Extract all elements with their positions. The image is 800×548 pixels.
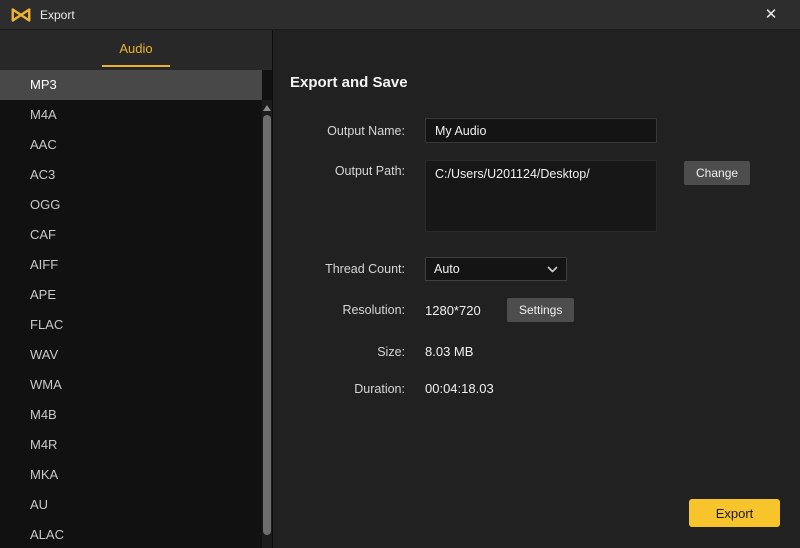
panel-heading: Export and Save bbox=[290, 74, 408, 91]
export-panel: Export and Save Output Name: Output Path… bbox=[274, 30, 800, 548]
duration-label: Duration: bbox=[354, 381, 405, 396]
format-item-wma[interactable]: WMA bbox=[0, 370, 262, 400]
format-item-ogg[interactable]: OGG bbox=[0, 190, 262, 220]
chevron-down-icon bbox=[547, 266, 558, 272]
format-item-mp3[interactable]: MP3 bbox=[0, 70, 262, 100]
duration-value: 00:04:18.03 bbox=[425, 381, 494, 396]
format-item-aac[interactable]: AAC bbox=[0, 130, 262, 160]
format-item-m4b[interactable]: M4B bbox=[0, 400, 262, 430]
scrollbar-thumb[interactable] bbox=[263, 115, 271, 535]
output-name-row: Output Name: bbox=[290, 118, 800, 143]
change-path-button[interactable]: Change bbox=[684, 161, 751, 185]
titlebar: Export ✕ bbox=[0, 0, 800, 30]
output-path-value[interactable]: C:/Users/U201124/Desktop/ bbox=[425, 160, 657, 232]
size-label: Size: bbox=[377, 344, 405, 359]
output-name-label: Output Name: bbox=[327, 123, 405, 138]
scrollbar[interactable] bbox=[262, 100, 272, 548]
format-item-ac3[interactable]: AC3 bbox=[0, 160, 262, 190]
format-list: MP3 M4A AAC AC3 OGG CAF AIFF APE FLAC WAV WMA M4B M4… bbox=[0, 70, 272, 548]
format-item-mka[interactable]: MKA bbox=[0, 460, 262, 490]
resolution-row: Resolution: 1280*720 Settings bbox=[290, 298, 800, 322]
output-name-input[interactable] bbox=[425, 118, 657, 143]
size-value: 8.03 MB bbox=[425, 344, 474, 359]
duration-row: Duration: 00:04:18.03 bbox=[290, 381, 800, 396]
resolution-value: 1280*720 bbox=[425, 302, 481, 318]
scroll-up-icon[interactable] bbox=[263, 105, 271, 111]
close-icon[interactable]: ✕ bbox=[756, 0, 786, 30]
format-item-m4a[interactable]: M4A bbox=[0, 100, 262, 130]
window-title: Export bbox=[40, 7, 75, 22]
tabbar: Audio bbox=[0, 30, 272, 70]
thread-count-row: Thread Count: Auto bbox=[290, 257, 800, 281]
format-item-wav[interactable]: WAV bbox=[0, 340, 262, 370]
size-row: Size: 8.03 MB bbox=[290, 344, 800, 359]
resolution-settings-button[interactable]: Settings bbox=[507, 298, 575, 322]
export-button[interactable]: Export bbox=[689, 499, 780, 527]
output-path-row: Output Path: C:/Users/U201124/Desktop/ C… bbox=[290, 160, 800, 232]
format-item-flac[interactable]: FLAC bbox=[0, 310, 262, 340]
output-path-label: Output Path: bbox=[334, 164, 405, 178]
thread-count-dropdown[interactable]: Auto bbox=[425, 257, 567, 281]
thread-count-value: Auto bbox=[434, 262, 460, 276]
format-item-caf[interactable]: CAF bbox=[0, 220, 262, 250]
format-sidebar: Audio MP3 M4A AAC AC3 OGG CAF AIFF APE FLAC WAV WM… bbox=[0, 30, 273, 548]
resolution-label: Resolution: bbox=[342, 303, 405, 317]
app-logo-icon bbox=[11, 7, 31, 22]
format-item-m4r[interactable]: M4R bbox=[0, 430, 262, 460]
tab-audio[interactable]: Audio bbox=[105, 30, 166, 70]
format-item-au[interactable]: AU bbox=[0, 490, 262, 520]
thread-count-label: Thread Count: bbox=[325, 262, 405, 276]
export-dialog: Export ✕ Audio MP3 M4A AAC AC3 OGG CAF AIFF APE… bbox=[0, 0, 800, 548]
format-item-ape[interactable]: APE bbox=[0, 280, 262, 310]
format-item-alac[interactable]: ALAC bbox=[0, 520, 262, 548]
format-item-aiff[interactable]: AIFF bbox=[0, 250, 262, 280]
